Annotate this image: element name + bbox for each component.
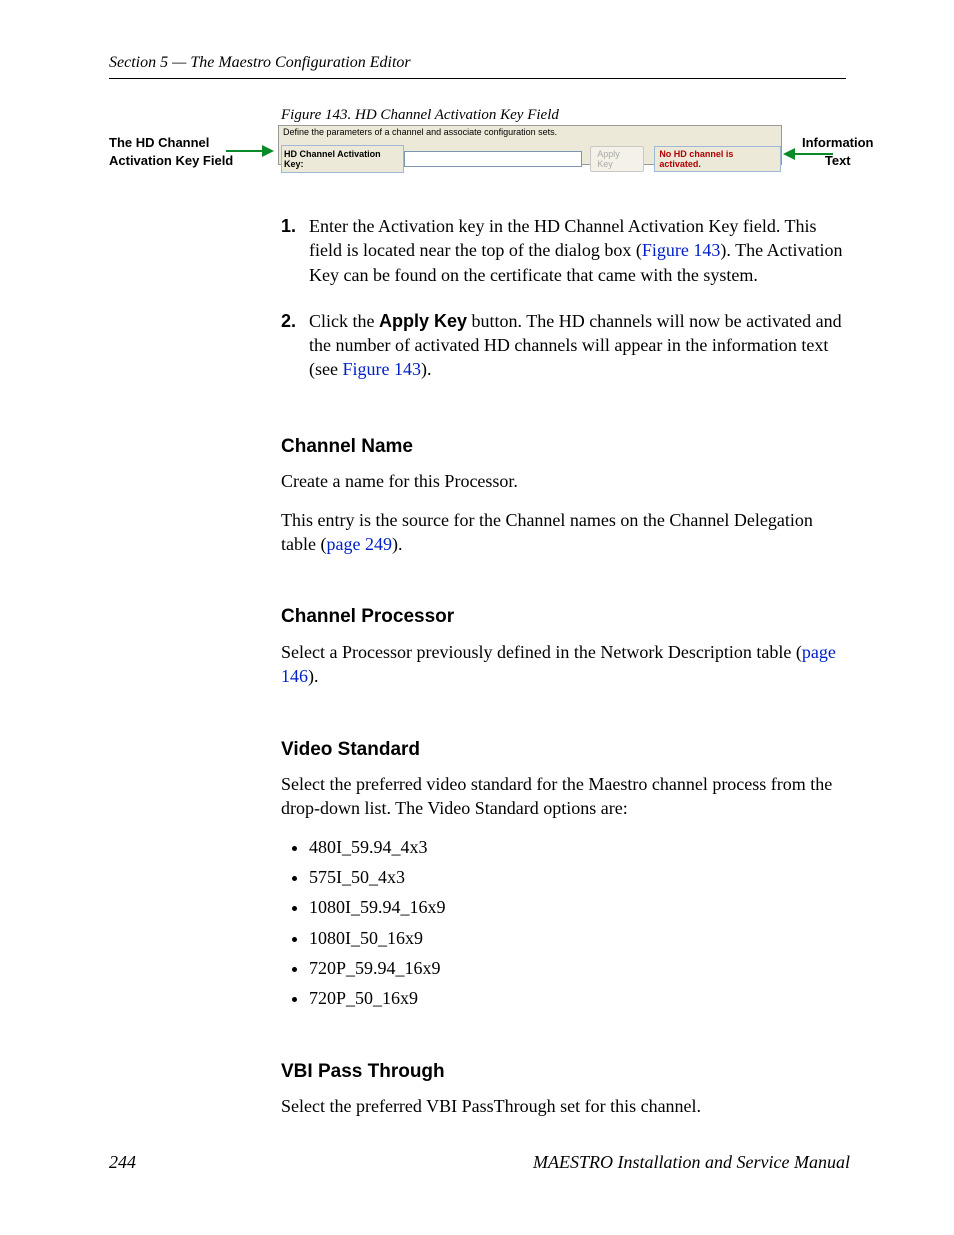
arrow-right-icon (226, 145, 276, 157)
text-run: Select a Processor previously defined in… (281, 642, 802, 662)
section-heading: VBI Pass Through (281, 1059, 846, 1085)
section-heading: Channel Processor (281, 604, 846, 630)
paragraph: This entry is the source for the Channel… (281, 508, 846, 557)
text-run: ). (392, 534, 403, 554)
figure-left-callout: The HD Channel Activation Key Field (109, 134, 233, 169)
numbered-step: 1. Enter the Activation key in the HD Ch… (281, 214, 846, 287)
step-text: Enter the Activation key in the HD Chann… (309, 214, 846, 287)
callout-line: The HD Channel (109, 135, 209, 150)
paragraph: Select a Processor previously defined in… (281, 640, 846, 689)
callout-line: Activation Key Field (109, 153, 233, 168)
text-run: ). (421, 359, 432, 379)
activation-status-text: No HD channel is activated. (654, 146, 781, 172)
list-item: 480I_59.94_4x3 (309, 835, 846, 859)
header-rule (109, 78, 846, 79)
section-heading: Video Standard (281, 737, 846, 763)
numbered-step: 2. Click the Apply Key button. The HD ch… (281, 309, 846, 382)
page-number: 244 (109, 1152, 136, 1173)
activation-key-label: HD Channel Activation Key: (281, 145, 404, 173)
footer-title: MAESTRO Installation and Service Manual (533, 1152, 850, 1173)
figure-link[interactable]: Figure 143 (642, 240, 721, 260)
figure-link[interactable]: Figure 143 (342, 359, 421, 379)
page-link[interactable]: page 249 (326, 534, 391, 554)
figure-caption: Figure 143. HD Channel Activation Key Fi… (281, 107, 559, 124)
paragraph: Select the preferred VBI PassThrough set… (281, 1094, 846, 1118)
callout-line: Text (825, 153, 851, 168)
step-number: 1. (281, 214, 309, 287)
bullet-list: 480I_59.94_4x3 575I_50_4x3 1080I_59.94_1… (281, 835, 846, 1011)
text-run: Click the (309, 311, 379, 331)
running-header: Section 5 — The Maestro Configuration Ed… (109, 54, 411, 72)
ui-element-name: Apply Key (379, 311, 467, 331)
activation-key-input[interactable] (404, 151, 582, 167)
list-item: 720P_59.94_16x9 (309, 956, 846, 980)
list-item: 720P_50_16x9 (309, 986, 846, 1010)
panel-description: Define the parameters of a channel and a… (283, 127, 557, 137)
paragraph: Select the preferred video standard for … (281, 772, 846, 821)
callout-line: Information (802, 135, 874, 150)
body-content: 1. Enter the Activation key in the HD Ch… (281, 214, 846, 1133)
figure-screenshot-panel: Define the parameters of a channel and a… (278, 125, 782, 165)
apply-key-button[interactable]: Apply Key (590, 146, 644, 172)
paragraph: Create a name for this Processor. (281, 469, 846, 493)
list-item: 575I_50_4x3 (309, 865, 846, 889)
list-item: 1080I_50_16x9 (309, 926, 846, 950)
step-number: 2. (281, 309, 309, 382)
figure-right-callout: Information Text (802, 134, 874, 169)
step-text: Click the Apply Key button. The HD chann… (309, 309, 846, 382)
list-item: 1080I_59.94_16x9 (309, 895, 846, 919)
text-run: ). (308, 666, 319, 686)
section-heading: Channel Name (281, 434, 846, 460)
